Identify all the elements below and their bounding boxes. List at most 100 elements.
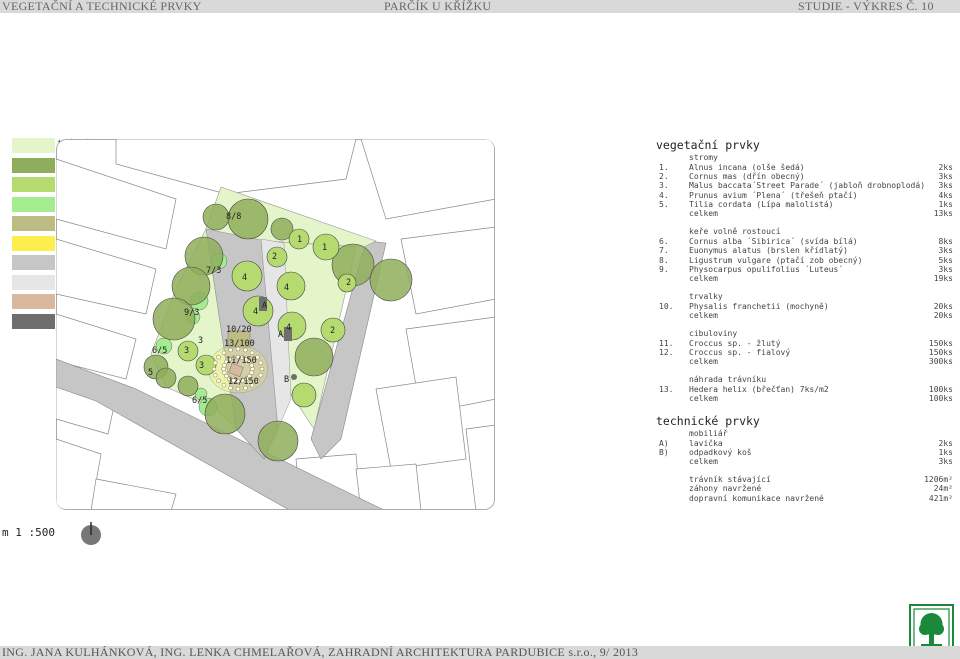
item-quantity: 150ks (928, 338, 953, 348)
section-title-technical: technické prvky (656, 413, 760, 428)
item-name: Euonymus alatus (brslen křídlatý) (689, 246, 848, 256)
legend-swatch (12, 216, 55, 231)
plan-label: 13/100 (224, 339, 255, 349)
north-arrow-icon (81, 522, 101, 545)
group-total: celkem 13ks (656, 209, 953, 219)
area-value: 421m² (928, 493, 953, 503)
bulb-dot (259, 366, 265, 372)
group-heading: stromy (689, 153, 718, 162)
section-title-vegetation: vegetační prvky (656, 138, 760, 152)
legend-swatch (12, 274, 55, 290)
drawing-number: STUDIE - VÝKRES Č. 10 (798, 0, 934, 13)
item-quantity: 1ks (938, 200, 953, 209)
item-name: Tilia cordata (Lípa malolistá) (689, 200, 834, 209)
item-name: Cornus mas (dřín obecný) (689, 172, 805, 182)
legend-swatch (12, 138, 55, 153)
bulb-dot (258, 360, 264, 366)
total-quantity: 13ks (933, 209, 953, 219)
group-heading: náhrada trávníku (689, 375, 767, 384)
plan-label: A (262, 301, 267, 311)
waste-bin (291, 374, 297, 380)
bulb-dot (212, 372, 218, 378)
total-label: celkem (689, 274, 718, 284)
group-heading: trvalky (689, 291, 723, 301)
bulb-dot (212, 360, 218, 366)
footer-bar: ING. JANA KULHÁNKOVÁ, ING. LENKA CHMELAŘ… (0, 646, 960, 659)
bulb-dot (221, 366, 226, 372)
legend-swatch (12, 313, 55, 329)
item-quantity: 3ks (938, 181, 953, 191)
total-label: celkem (689, 311, 718, 320)
total-label: celkem (689, 357, 718, 367)
plan-label: 2 (330, 326, 335, 336)
item-number: 10. (659, 301, 674, 311)
plan-label: 1 (297, 235, 302, 245)
group-total: celkem 300ks (656, 357, 953, 367)
legend-swatch (12, 177, 55, 192)
item-name: Alnus incana (olše šedá) (689, 162, 805, 172)
bulb-dot (235, 386, 241, 392)
item-quantity: 2ks (938, 162, 953, 172)
plan-label: 2 (272, 252, 277, 262)
item-quantity: 100ks (928, 384, 953, 394)
group-total: celkem 19ks (656, 274, 953, 284)
bulb-dot (258, 372, 264, 378)
plan-label: 2 (346, 278, 351, 288)
area-value: 1206m² (924, 475, 953, 485)
item-quantity: 3ks (938, 264, 953, 274)
plan-label: 4 (242, 273, 247, 283)
plan-label: 4 (286, 323, 291, 333)
plan-label: 3 (184, 346, 189, 356)
item-number: 5. (659, 200, 669, 209)
scale-label: m 1 :500 (2, 526, 55, 539)
item-number: B) (659, 448, 669, 457)
item-quantity: 20ks (933, 301, 953, 311)
legend-swatch (12, 294, 55, 309)
item-quantity: 4ks (938, 190, 953, 200)
total-quantity: 300ks (928, 357, 953, 367)
item-number: 2. (659, 172, 669, 182)
area-value: 24m² (933, 484, 953, 494)
plan-label: 10/20 (226, 325, 252, 335)
item-number: 7. (659, 246, 669, 256)
item-quantity: 150ks (928, 347, 953, 357)
group-heading: mobiliář (689, 428, 728, 438)
item-number: A) (659, 438, 669, 448)
plan-label: 3 (199, 361, 204, 371)
item-number: 13. (659, 384, 674, 394)
plan-label: B (284, 375, 289, 385)
area-name: záhony navržené (689, 484, 762, 494)
legend-swatch (12, 157, 55, 173)
legend-swatch (12, 255, 55, 270)
item-quantity: 8ks (938, 236, 953, 246)
bulb-dot (216, 378, 221, 384)
plan-label: 6/5 (192, 396, 207, 406)
plan-label: 9/3 (184, 308, 199, 318)
plan-label: 1 (322, 243, 327, 253)
total-quantity: 20ks (933, 311, 953, 320)
item-number: 9. (659, 264, 669, 274)
bulb-dot (221, 350, 227, 356)
item-quantity: 3ks (938, 246, 953, 256)
plan-label: 8/8 (226, 212, 241, 222)
item-number: 11. (659, 338, 674, 348)
legend-swatch (12, 196, 55, 212)
plan-label: 5 (148, 368, 153, 378)
total-label: celkem (689, 394, 718, 404)
item-name: Prunus avium ´Plena´ (třešeň ptačí) (689, 190, 858, 200)
item-quantity: 2ks (938, 438, 953, 448)
group-heading: cibuloviny (689, 328, 738, 338)
item-name: lavička (689, 438, 723, 448)
item-name: Croccus sp. - žlutý (689, 338, 781, 348)
total-label: celkem (689, 457, 718, 467)
author-credit: ING. JANA KULHÁNKOVÁ, ING. LENKA CHMELAŘ… (2, 645, 639, 659)
legend-swatch (12, 235, 55, 251)
plan-label: 4 (253, 307, 258, 317)
group-total: celkem 20ks (656, 311, 953, 321)
bulb-dot (216, 354, 221, 360)
total-quantity: 3ks (938, 457, 953, 467)
group-total: celkem 100ks (656, 394, 953, 404)
item-name: Physocarpus opulifolius ´Luteus´ (689, 264, 844, 274)
item-name: Croccus sp. - fialový (689, 347, 791, 357)
group-total: celkem 3ks (656, 457, 953, 467)
